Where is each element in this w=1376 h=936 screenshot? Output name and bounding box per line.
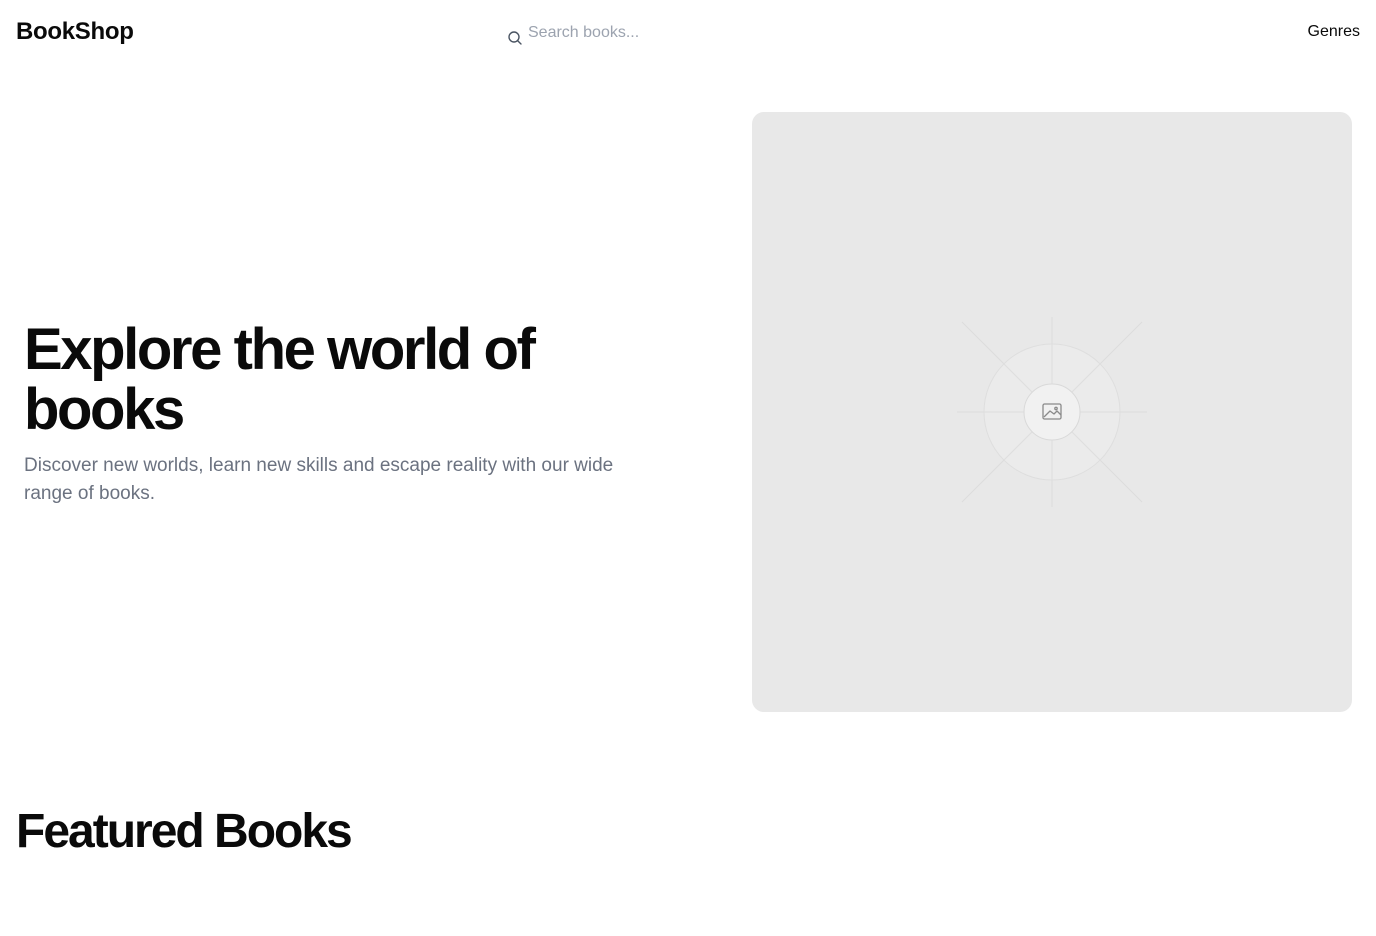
featured-books-heading: Featured Books xyxy=(16,805,353,858)
search-icon xyxy=(506,29,524,47)
brand-logo[interactable]: BookShop xyxy=(16,17,134,47)
hero-image-placeholder xyxy=(752,112,1352,712)
hero-section: Explore the world of books Discover new … xyxy=(24,320,644,508)
hero-subtitle: Discover new worlds, learn new skills an… xyxy=(24,455,614,504)
nav-genres-link[interactable]: Genres xyxy=(1308,22,1360,42)
hero-title: Explore the world of books xyxy=(24,317,536,442)
search-bar[interactable] xyxy=(506,20,866,46)
search-input[interactable] xyxy=(528,21,848,45)
image-placeholder-icon xyxy=(957,317,1147,507)
top-header: BookShop Genres xyxy=(0,0,1376,64)
